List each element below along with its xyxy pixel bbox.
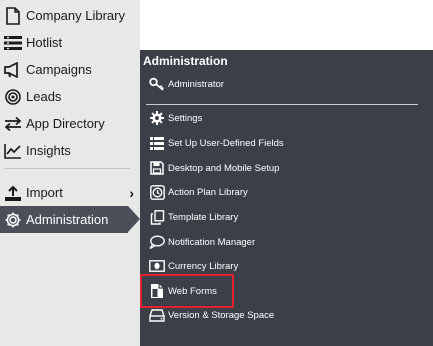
- sidebar-item-label: Company Library: [26, 8, 125, 23]
- sidebar-item-campaigns[interactable]: Campaigns: [0, 56, 140, 83]
- list-icon: [3, 33, 23, 53]
- sidebar-item-label: Hotlist: [26, 35, 63, 50]
- sidebar-item-label: Administration: [26, 212, 109, 227]
- menu-item-label: Action Plan Library: [168, 186, 248, 198]
- menu-item-administrator[interactable]: Administrator: [148, 74, 224, 94]
- gear-icon: [3, 210, 23, 230]
- document-icon: [3, 6, 23, 26]
- upload-icon: [3, 183, 23, 203]
- chart-line-icon: [3, 141, 23, 161]
- sidebar-item-hotlist[interactable]: Hotlist: [0, 29, 140, 56]
- menu-item-desktop-mobile-setup[interactable]: Desktop and Mobile Setup: [148, 158, 279, 178]
- sidebar-nav: Company Library Hotlist Campaigns Leads …: [0, 0, 140, 346]
- menu-item-action-plan-library[interactable]: Action Plan Library: [148, 182, 248, 202]
- menu-item-notification-manager[interactable]: Notification Manager: [148, 232, 255, 252]
- clock-icon: [148, 183, 166, 201]
- sidebar-item-app-directory[interactable]: App Directory: [0, 110, 140, 137]
- menu-item-settings[interactable]: Settings: [148, 108, 202, 128]
- speech-bubble-icon: [148, 233, 166, 251]
- sidebar-item-label: Import: [26, 185, 63, 200]
- menu-item-user-defined-fields[interactable]: Set Up User-Defined Fields: [148, 133, 284, 153]
- menu-item-template-library[interactable]: Template Library: [148, 207, 238, 227]
- menu-item-label: Currency Library: [168, 260, 239, 272]
- target-icon: [3, 87, 23, 107]
- sidebar-item-import[interactable]: Import ›: [0, 179, 140, 206]
- web-forms-highlight-box: [140, 274, 234, 308]
- gear-icon: [148, 109, 166, 127]
- megaphone-icon: [3, 60, 23, 80]
- menu-item-label: Settings: [168, 112, 203, 124]
- menu-item-version-storage[interactable]: Version & Storage Space: [148, 305, 274, 325]
- flyout-title: Administration: [143, 54, 228, 68]
- menu-item-label: Version & Storage Space: [168, 309, 275, 321]
- sidebar-item-insights[interactable]: Insights: [0, 137, 140, 164]
- transfer-arrows-icon: [3, 114, 23, 134]
- sidebar-item-leads[interactable]: Leads: [0, 83, 140, 110]
- save-icon: [148, 159, 166, 177]
- menu-item-label: Notification Manager: [168, 236, 256, 248]
- menu-item-label: Set Up User-Defined Fields: [168, 137, 284, 149]
- money-icon: [148, 257, 166, 275]
- sidebar-item-administration[interactable]: Administration: [0, 206, 128, 233]
- sidebar-item-label: App Directory: [26, 116, 105, 131]
- menu-item-label: Desktop and Mobile Setup: [168, 162, 280, 174]
- list-icon: [148, 134, 166, 152]
- chevron-right-icon: ›: [129, 184, 134, 201]
- sidebar-item-label: Insights: [26, 143, 71, 158]
- sidebar-item-label: Leads: [26, 89, 62, 104]
- menu-item-currency-library[interactable]: Currency Library: [148, 256, 238, 276]
- drive-icon: [148, 306, 166, 324]
- menu-item-label: Administrator: [168, 78, 224, 90]
- sidebar-item-label: Campaigns: [26, 62, 92, 77]
- administration-flyout-menu: Administration Administrator Settings Se…: [140, 50, 433, 346]
- sidebar-item-company-library[interactable]: Company Library: [0, 2, 140, 29]
- menu-item-label: Template Library: [168, 211, 239, 223]
- flyout-divider: [146, 104, 418, 105]
- copy-icon: [148, 208, 166, 226]
- key-icon: [148, 75, 166, 93]
- active-indicator-arrow: [128, 206, 140, 232]
- sidebar-divider: [4, 168, 130, 169]
